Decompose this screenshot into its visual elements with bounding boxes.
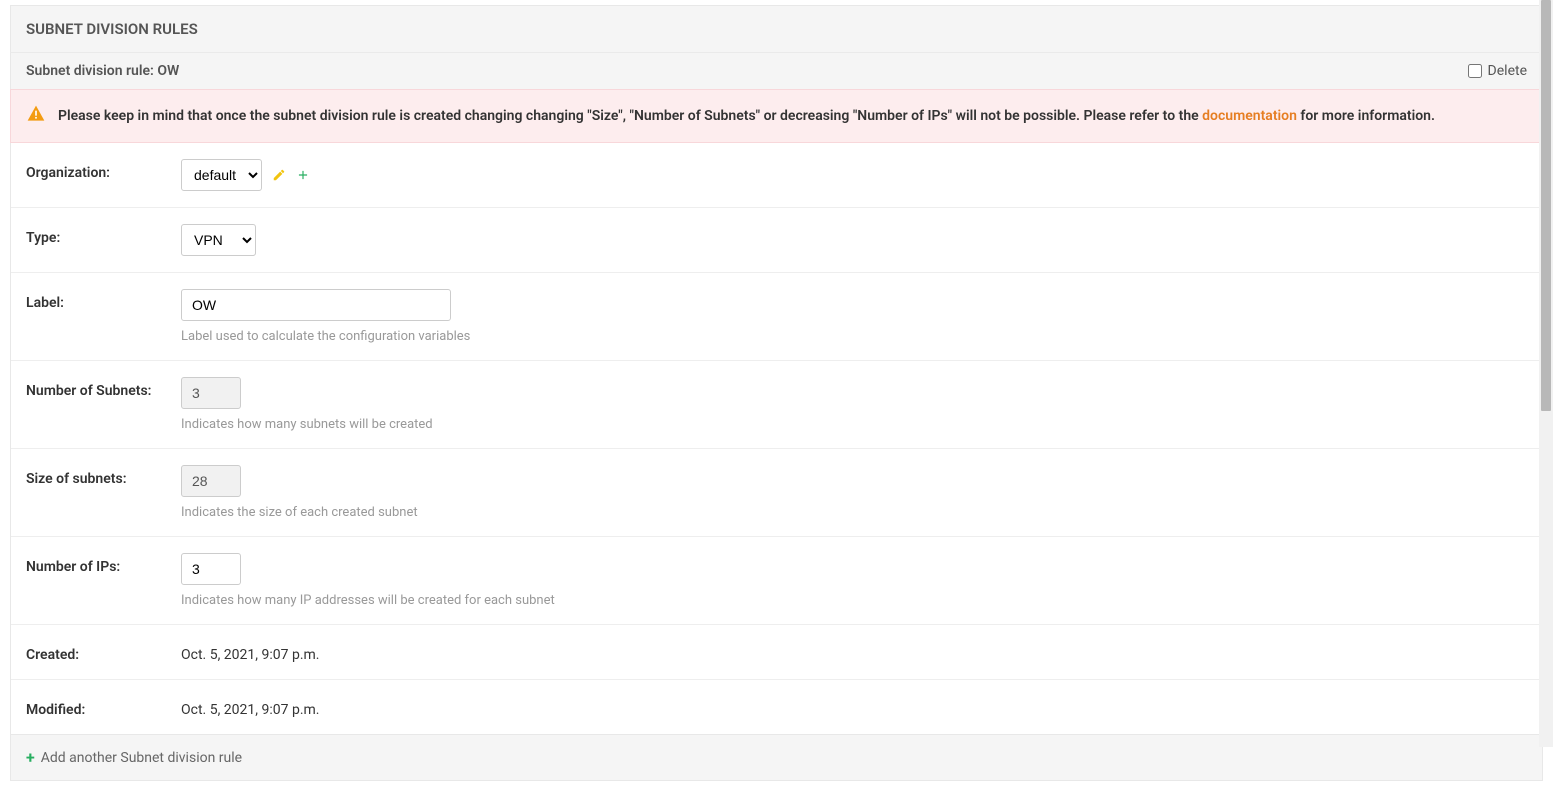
alert-text-after: for more information. bbox=[1297, 108, 1435, 124]
vertical-scrollbar-track[interactable] bbox=[1539, 0, 1553, 747]
label-help: Label used to calculate the configuratio… bbox=[181, 329, 1527, 344]
size-subnets-help: Indicates the size of each created subne… bbox=[181, 505, 1527, 520]
label-label: Label: bbox=[26, 289, 181, 311]
modified-label: Modified: bbox=[26, 696, 181, 718]
label-row: Label: Label used to calculate the confi… bbox=[11, 273, 1542, 361]
rule-subtitle-prefix: Subnet division rule: bbox=[26, 63, 157, 79]
num-ips-row: Number of IPs: Indicates how many IP add… bbox=[11, 537, 1542, 625]
size-subnets-input bbox=[181, 465, 241, 497]
num-ips-input[interactable] bbox=[181, 553, 241, 585]
type-row: Type: VPN bbox=[11, 208, 1542, 273]
delete-checkbox-group[interactable]: Delete bbox=[1468, 63, 1527, 79]
delete-label: Delete bbox=[1488, 63, 1527, 79]
subsection-header: Subnet division rule: OW Delete bbox=[10, 52, 1543, 89]
warning-icon bbox=[26, 104, 46, 128]
rule-subtitle: Subnet division rule: OW bbox=[26, 63, 179, 79]
add-another-button[interactable]: + Add another Subnet division rule bbox=[10, 735, 1543, 781]
pencil-icon[interactable] bbox=[272, 168, 286, 182]
add-another-label: Add another Subnet division rule bbox=[41, 750, 242, 766]
size-subnets-row: Size of subnets: Indicates the size of e… bbox=[11, 449, 1542, 537]
num-subnets-help: Indicates how many subnets will be creat… bbox=[181, 417, 1527, 432]
documentation-link[interactable]: documentation bbox=[1202, 108, 1297, 124]
size-subnets-label: Size of subnets: bbox=[26, 465, 181, 487]
label-input[interactable] bbox=[181, 289, 451, 321]
modified-row: Modified: Oct. 5, 2021, 9:07 p.m. bbox=[11, 680, 1542, 734]
warning-alert: Please keep in mind that once the subnet… bbox=[10, 89, 1543, 143]
plus-icon[interactable] bbox=[296, 168, 310, 182]
num-ips-help: Indicates how many IP addresses will be … bbox=[181, 593, 1527, 608]
num-subnets-label: Number of Subnets: bbox=[26, 377, 181, 399]
num-subnets-row: Number of Subnets: Indicates how many su… bbox=[11, 361, 1542, 449]
created-value: Oct. 5, 2021, 9:07 p.m. bbox=[181, 641, 1527, 663]
type-select[interactable]: VPN bbox=[181, 224, 256, 256]
alert-text: Please keep in mind that once the subnet… bbox=[58, 108, 1435, 124]
created-row: Created: Oct. 5, 2021, 9:07 p.m. bbox=[11, 625, 1542, 680]
add-plus-icon: + bbox=[26, 748, 35, 767]
vertical-scrollbar-thumb[interactable] bbox=[1541, 0, 1551, 411]
modified-value: Oct. 5, 2021, 9:07 p.m. bbox=[181, 696, 1527, 718]
section-title: SUBNET DIVISION RULES bbox=[10, 5, 1543, 52]
rule-subtitle-name: OW bbox=[157, 63, 179, 79]
alert-text-before: Please keep in mind that once the subnet… bbox=[58, 108, 1202, 124]
num-subnets-input bbox=[181, 377, 241, 409]
type-label: Type: bbox=[26, 224, 181, 246]
created-label: Created: bbox=[26, 641, 181, 663]
organization-select[interactable]: default bbox=[181, 159, 262, 191]
delete-checkbox[interactable] bbox=[1468, 64, 1482, 78]
num-ips-label: Number of IPs: bbox=[26, 553, 181, 575]
organization-label: Organization: bbox=[26, 159, 181, 181]
organization-row: Organization: default bbox=[11, 143, 1542, 208]
form-container: Organization: default Type: bbox=[10, 143, 1543, 735]
